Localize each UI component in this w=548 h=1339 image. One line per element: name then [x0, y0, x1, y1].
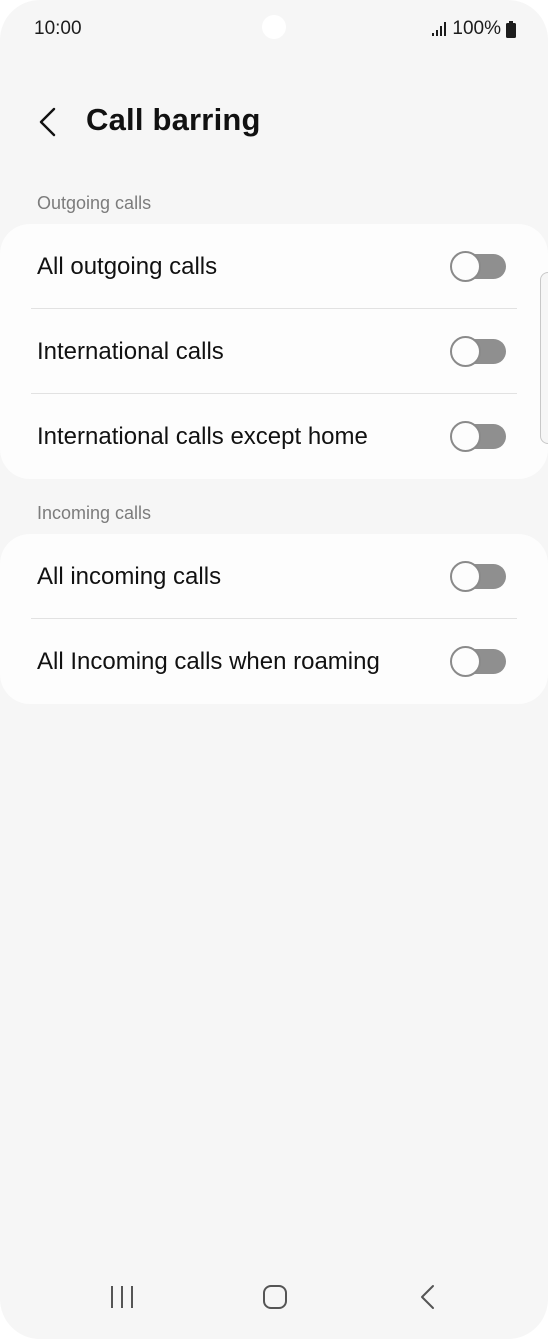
setting-row-all-outgoing[interactable]: All outgoing calls	[0, 224, 548, 309]
toggle-switch-international-except-home[interactable]	[450, 421, 508, 452]
setting-label: International calls except home	[37, 422, 368, 450]
navigation-bar	[0, 1259, 548, 1339]
page-title: Call barring	[86, 102, 261, 137]
toggle-knob	[450, 561, 481, 592]
setting-label: All outgoing calls	[37, 252, 218, 280]
toggle-knob	[450, 336, 481, 367]
status-time: 10:00	[34, 18, 82, 39]
signal-icon	[432, 22, 447, 36]
chevron-left-icon	[39, 107, 56, 137]
toggle-knob	[450, 646, 481, 677]
setting-row-international[interactable]: International calls	[0, 309, 548, 394]
toggle-knob	[450, 251, 481, 282]
setting-label: All incoming calls	[37, 562, 222, 590]
camera-cutout	[262, 15, 286, 39]
status-bar: 10:00 100%	[0, 0, 548, 60]
home-button[interactable]	[245, 1277, 305, 1317]
toggle-switch-all-incoming[interactable]	[450, 561, 508, 592]
toggle-switch-all-outgoing[interactable]	[450, 251, 508, 282]
section-label-incoming: Incoming calls	[37, 503, 152, 523]
toggle-switch-international[interactable]	[450, 336, 508, 367]
setting-label: International calls	[37, 337, 224, 365]
section-label-outgoing: Outgoing calls	[37, 193, 152, 213]
back-icon	[421, 1285, 434, 1309]
back-button[interactable]	[26, 98, 70, 146]
scroll-indicator[interactable]	[540, 272, 548, 444]
app-header: Call barring	[0, 90, 548, 154]
setting-label: All Incoming calls when roaming	[37, 647, 380, 675]
phone-screen: 10:00 100% Call barring Outgoing calls A…	[0, 0, 548, 1339]
incoming-calls-card: All incoming calls All Incoming calls wh…	[0, 534, 548, 704]
setting-row-international-except-home[interactable]: International calls except home	[0, 394, 548, 479]
setting-row-incoming-roaming[interactable]: All Incoming calls when roaming	[0, 619, 548, 704]
toggle-knob	[450, 421, 481, 452]
battery-icon	[506, 20, 516, 38]
status-indicators: 100%	[431, 18, 516, 40]
setting-row-all-incoming[interactable]: All incoming calls	[0, 534, 548, 619]
battery-percent: 100%	[452, 18, 501, 39]
toggle-switch-incoming-roaming[interactable]	[450, 646, 508, 677]
nav-back-button[interactable]	[398, 1277, 458, 1317]
recents-icon	[111, 1286, 133, 1308]
recents-button[interactable]	[92, 1277, 152, 1317]
home-icon	[263, 1285, 287, 1309]
outgoing-calls-card: All outgoing calls International calls I…	[0, 224, 548, 479]
